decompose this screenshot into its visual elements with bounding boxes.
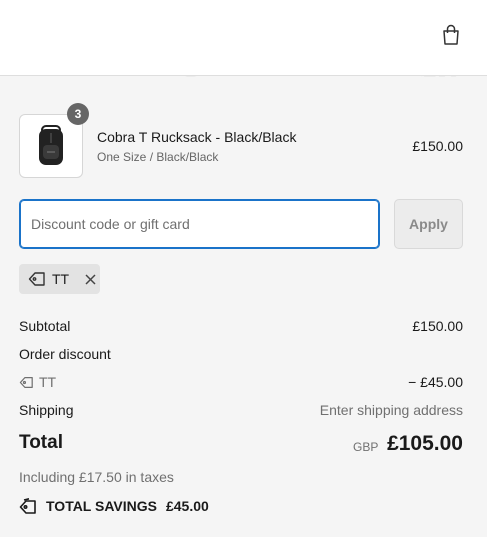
product-variant: One Size / Black/Black [97,150,219,164]
apply-discount-button[interactable]: Apply [394,199,463,249]
discount-line: TT [19,374,56,390]
applied-code-label: TT [52,271,70,287]
product-price: £150.00 [412,138,463,154]
currency-code: GBP [353,440,379,454]
checkout-header [0,0,487,76]
total-label: Total [19,432,63,453]
order-summary: 3 Cobra T Rucksack - Black/Black One Siz… [0,77,487,537]
total-value: £105.00 [387,432,463,455]
remove-discount-button[interactable] [83,272,97,286]
tag-icon [28,272,45,286]
savings-label: TOTAL SAVINGS [46,498,157,514]
tax-note: Including £17.50 in taxes [19,469,174,485]
tag-icon [19,498,36,514]
subtotal-label: Subtotal [19,318,71,334]
product-name: Cobra T Rucksack - Black/Black [97,129,297,145]
shopping-bag-icon [443,24,459,45]
close-icon [85,273,96,285]
subtotal-value: £150.00 [412,318,463,334]
quantity-badge: 3 [67,103,89,125]
backpack-image [39,125,63,165]
savings-value: £45.00 [165,498,209,514]
cart-button[interactable] [438,22,464,48]
discount-code-input[interactable] [19,199,380,249]
shipping-value: Enter shipping address [319,402,463,418]
tag-icon [19,376,33,388]
applied-discount-chip: TT [19,264,100,294]
order-discount-label: Order discount [19,346,111,362]
discount-amount: − £45.00 [408,374,463,390]
shipping-label: Shipping [19,402,74,418]
total-savings: TOTAL SAVINGS £45.00 [19,498,209,514]
discount-code-text: TT [39,374,57,390]
